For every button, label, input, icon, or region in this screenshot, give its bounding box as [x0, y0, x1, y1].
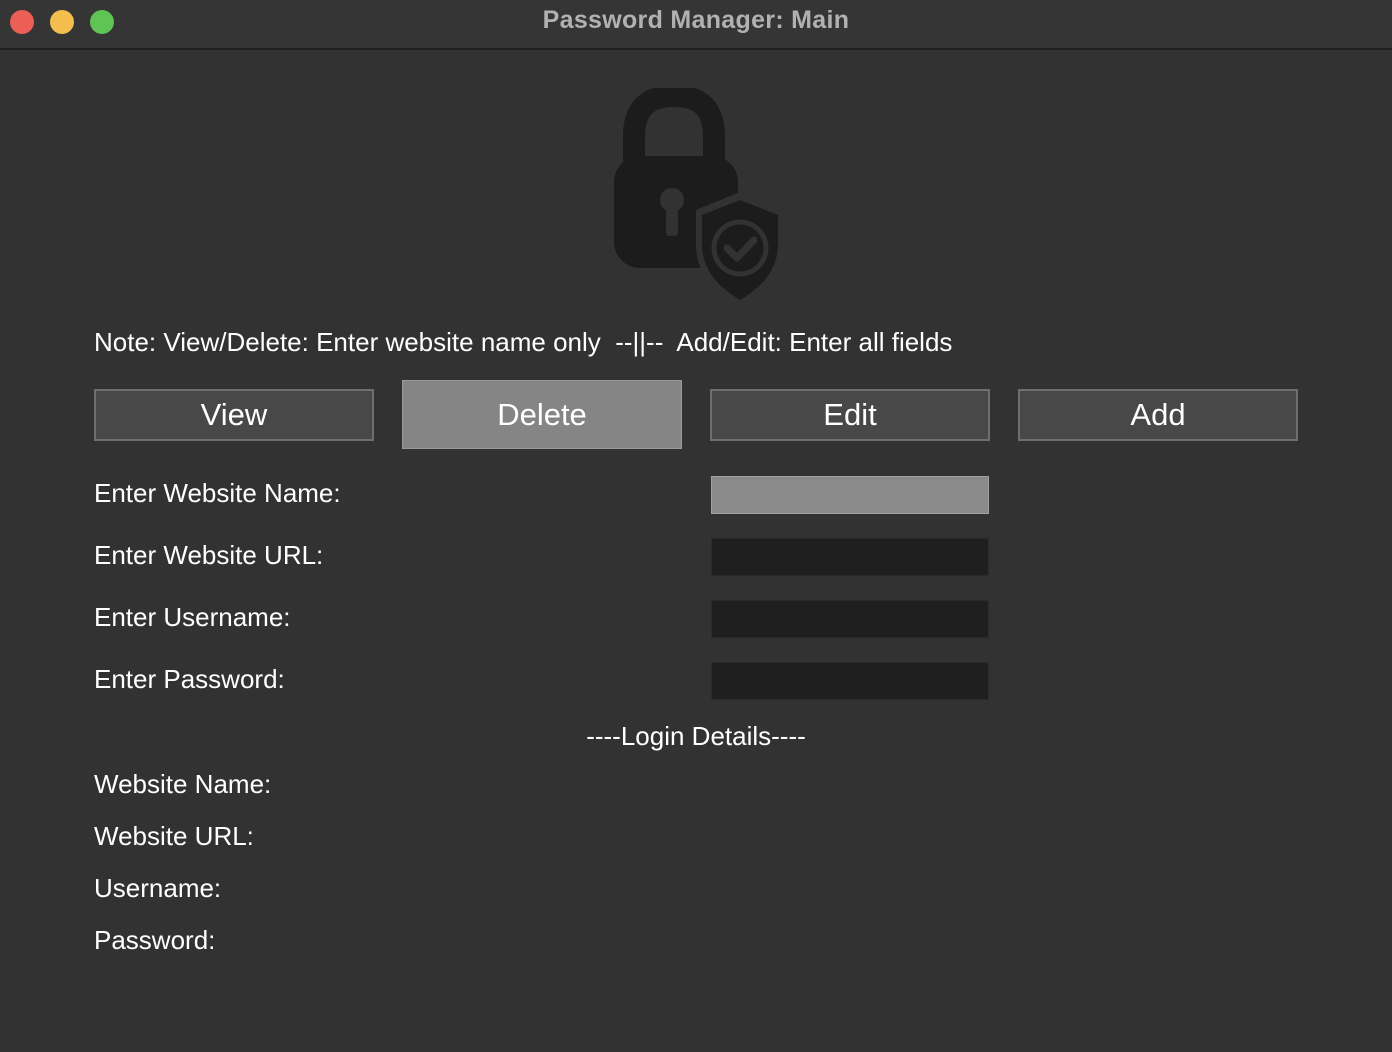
instructions-note: Note: View/Delete: Enter website name on…	[94, 327, 953, 357]
website-name-input[interactable]	[711, 476, 989, 514]
delete-button[interactable]: Delete	[402, 380, 682, 449]
website-name-label: Enter Website Name:	[94, 478, 341, 508]
view-button[interactable]: View	[94, 389, 374, 441]
title-bar: Password Manager: Main	[0, 0, 1392, 50]
detail-password: Password:	[94, 925, 216, 955]
website-url-label: Enter Website URL:	[94, 540, 324, 570]
detail-username: Username:	[94, 873, 222, 903]
password-input[interactable]	[711, 662, 989, 700]
username-input[interactable]	[711, 600, 989, 638]
username-label: Enter Username:	[94, 602, 291, 632]
window-title: Password Manager: Main	[542, 6, 850, 34]
lock-shield-icon	[600, 84, 790, 312]
add-button[interactable]: Add	[1018, 389, 1298, 441]
detail-website-name: Website Name:	[94, 769, 272, 799]
edit-button[interactable]: Edit	[710, 389, 990, 441]
password-label: Enter Password:	[94, 664, 285, 694]
login-details-heading: ----Login Details----	[586, 721, 806, 751]
detail-website-url: Website URL:	[94, 821, 254, 851]
website-url-input[interactable]	[711, 538, 989, 576]
main-window: Password Manager: Main Note: View/Delete…	[0, 0, 1392, 1052]
